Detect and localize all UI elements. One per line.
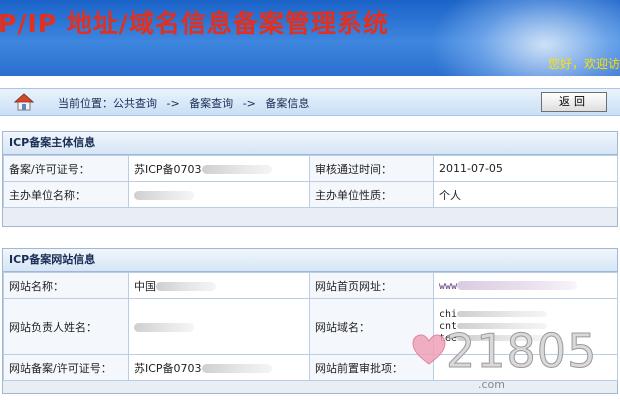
- breadcrumb-separator: ->: [242, 97, 256, 110]
- redacted-text: [134, 190, 194, 200]
- subject-info-table: 备案/许可证号： 苏ICP备0703 审核通过时间： 2011-07-05 主办…: [3, 155, 618, 208]
- site-name-value-cell: 中国: [128, 272, 310, 299]
- site-license-label: 网站备案/许可证号：: [3, 354, 129, 381]
- homepage-value-cell: www: [433, 272, 618, 299]
- system-title: P/IP 地址/域名信息备案管理系统: [0, 9, 389, 38]
- org-name-value-cell: [128, 181, 310, 208]
- back-button[interactable]: 返回: [541, 92, 607, 112]
- redacted-text: [134, 322, 194, 332]
- table-row: 主办单位名称： 主办单位性质： 个人: [3, 181, 618, 208]
- subject-panel-title: ICP备案主体信息: [3, 132, 617, 155]
- subject-info-panel: ICP备案主体信息 备案/许可证号： 苏ICP备0703 审核通过时间： 201…: [2, 131, 618, 227]
- redacted-text: [457, 310, 548, 317]
- org-type-value: 个人: [433, 181, 618, 208]
- redacted-text: [201, 364, 272, 373]
- redacted-text: [201, 165, 272, 174]
- panel-footer-strip: [3, 208, 617, 226]
- heart-icon: [412, 334, 446, 365]
- domain-value: chi: [439, 308, 458, 320]
- breadcrumb: 当前位置：公共查询 -> 备案查询 -> 备案信息: [58, 95, 315, 111]
- watermark-digits: 21805: [445, 324, 598, 379]
- site-name-label: 网站名称：: [3, 272, 129, 299]
- license-label: 备案/许可证号：: [3, 155, 129, 182]
- homepage-label: 网站首页网址：: [309, 272, 434, 299]
- breadcrumb-separator: ->: [166, 97, 180, 110]
- approve-time-label: 审核通过时间：: [309, 155, 434, 182]
- breadcrumb-record-query[interactable]: 备案查询: [189, 97, 233, 110]
- watermark-suffix: .com: [478, 378, 505, 391]
- site-name-value: 中国: [134, 279, 156, 293]
- owner-value-cell: [128, 298, 310, 355]
- list-item: chi: [439, 309, 612, 321]
- homepage-value[interactable]: www: [439, 281, 457, 292]
- header-banner: P/IP 地址/域名信息备案管理系统 您好，欢迎访: [0, 0, 620, 76]
- site-panel-title: ICP备案网站信息: [3, 249, 617, 272]
- org-name-label: 主办单位名称：: [3, 181, 129, 208]
- welcome-text: 您好，欢迎访: [547, 57, 620, 71]
- breadcrumb-record-info: 备案信息: [265, 97, 310, 110]
- site-license-value-cell: 苏ICP备0703: [128, 354, 310, 381]
- home-icon[interactable]: [14, 92, 34, 112]
- site-watermark: 21805 .com: [412, 324, 612, 400]
- table-row: 备案/许可证号： 苏ICP备0703 审核通过时间： 2011-07-05: [3, 155, 618, 182]
- breadcrumb-location: 当前位置：公共查询: [58, 97, 157, 110]
- approve-time-value: 2011-07-05: [433, 155, 618, 182]
- site-license-value: 苏ICP备0703: [134, 361, 202, 375]
- license-value: 苏ICP备0703: [134, 162, 202, 176]
- redacted-text: [156, 282, 216, 291]
- owner-label: 网站负责人姓名：: [3, 298, 129, 355]
- license-value-cell: 苏ICP备0703: [128, 155, 310, 182]
- redacted-text: [457, 281, 578, 290]
- org-type-label: 主办单位性质：: [309, 181, 434, 208]
- table-row: 网站名称： 中国 网站首页网址： www: [3, 272, 618, 299]
- breadcrumb-bar: 当前位置：公共查询 -> 备案查询 -> 备案信息 返回: [0, 88, 620, 116]
